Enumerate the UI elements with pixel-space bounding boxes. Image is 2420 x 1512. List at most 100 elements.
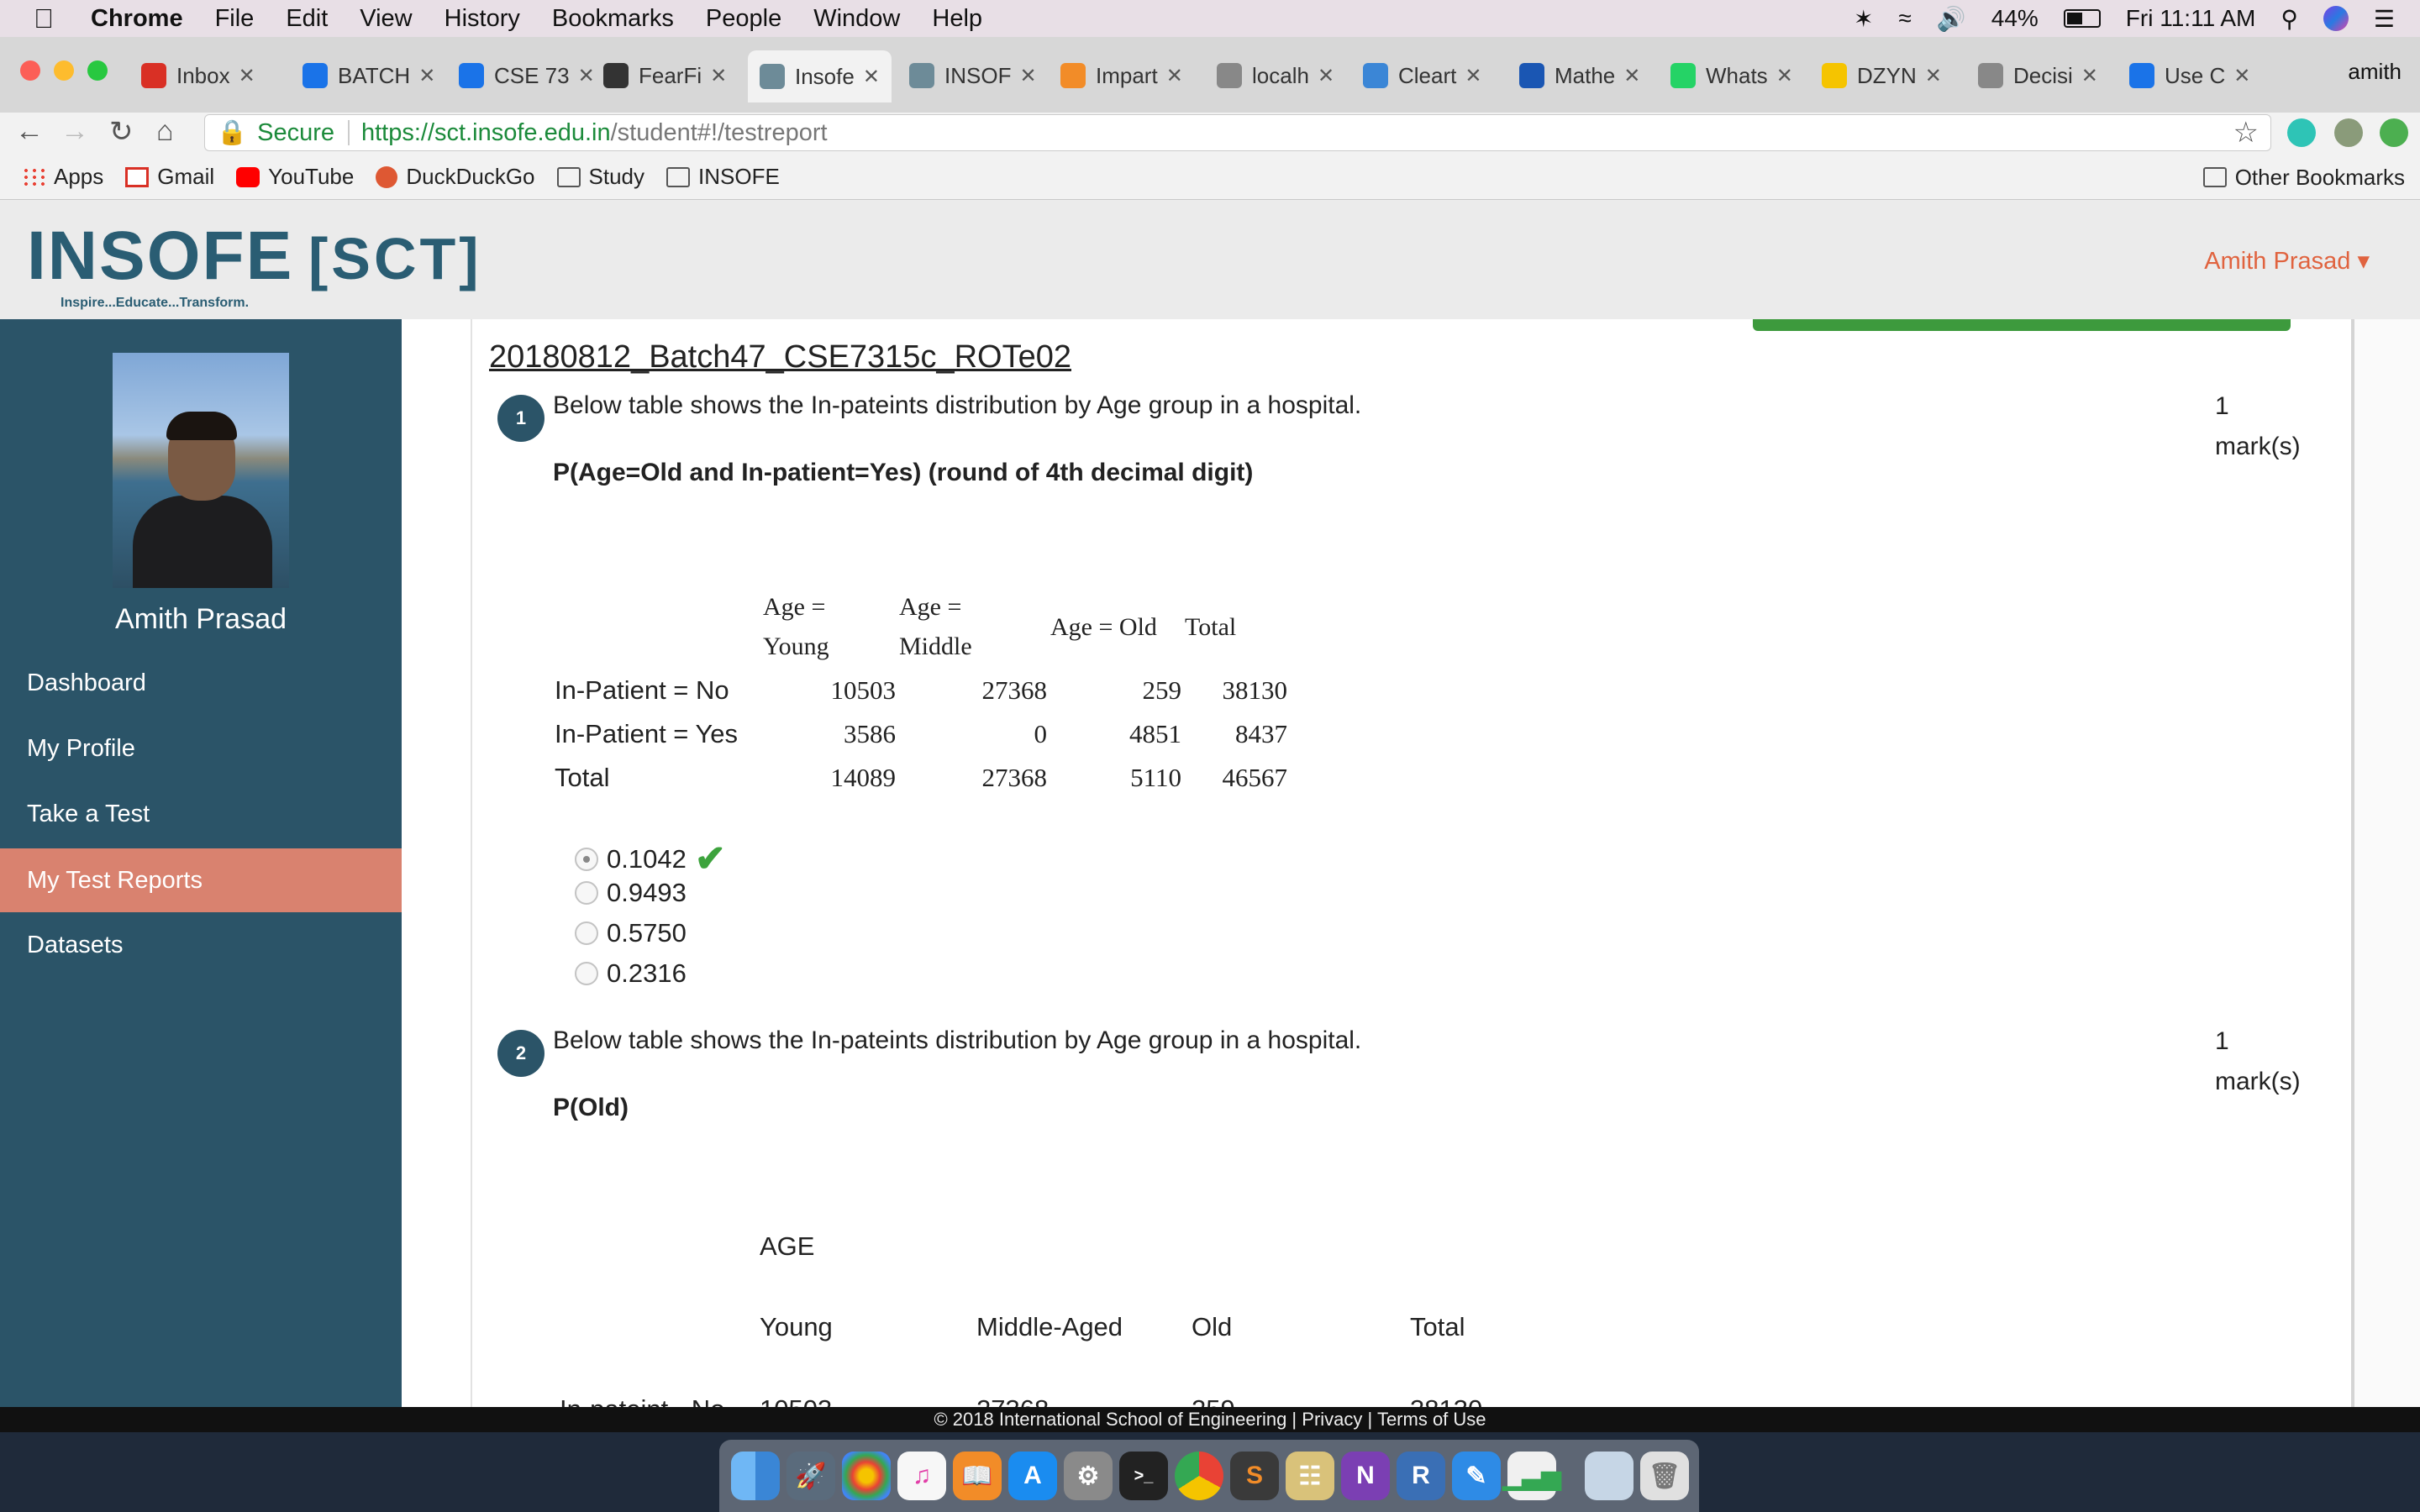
bluetooth-icon[interactable]: ✶ <box>1854 5 1873 33</box>
browser-tab[interactable]: Cleart ✕ <box>1363 55 1481 96</box>
apple-menu-icon[interactable]:  <box>34 4 62 33</box>
tab-close-icon[interactable]: ✕ <box>863 65 880 89</box>
browser-tab[interactable]: INSOF ✕ <box>909 55 1037 96</box>
terms-link[interactable]: Terms of Use <box>1377 1409 1486 1430</box>
menu-help[interactable]: Help <box>932 5 982 33</box>
sidebar-item-dashboard[interactable]: Dashboard <box>0 651 402 715</box>
browser-tab[interactable]: Insofe ✕ <box>748 50 892 102</box>
sidebar-item-datasets[interactable]: Datasets <box>0 913 402 977</box>
maximize-window-icon[interactable] <box>87 60 108 81</box>
back-icon[interactable]: ← <box>15 115 44 148</box>
browser-tab[interactable]: CSE 73 ✕ <box>459 55 595 96</box>
extension-icon-2[interactable] <box>2334 118 2363 147</box>
radio-button[interactable] <box>575 921 598 945</box>
sidebar-item-take-a-test[interactable]: Take a Test <box>0 782 402 846</box>
bookmark-folder-insofe[interactable]: INSOFE <box>666 164 780 190</box>
ibooks-icon[interactable]: 📖 <box>953 1452 1002 1500</box>
menu-app-name[interactable]: Chrome <box>91 5 183 33</box>
extension-icon-3[interactable] <box>2380 118 2408 147</box>
bookmark-youtube[interactable]: YouTube <box>236 164 354 190</box>
database-app-icon[interactable]: ☷ <box>1286 1452 1334 1500</box>
browser-tab[interactable]: Impart ✕ <box>1060 55 1183 96</box>
volume-icon[interactable]: 🔊 <box>1937 5 1966 33</box>
insofe-logo[interactable]: INSOFE Inspire...Educate...Transform. [S… <box>27 217 479 310</box>
tab-close-icon[interactable]: ✕ <box>418 64 435 88</box>
trash-icon[interactable]: 🗑 <box>1640 1452 1689 1500</box>
bookmark-star-icon[interactable]: ☆ <box>2233 116 2259 150</box>
menu-edit[interactable]: Edit <box>286 5 328 33</box>
launchpad-icon[interactable]: 🚀 <box>786 1452 835 1500</box>
address-bar[interactable]: 🔒 Secure https://sct.insofe.edu.in /stud… <box>204 114 2271 151</box>
numbers-chart-icon[interactable]: ▁▃▅ <box>1502 1452 1561 1500</box>
browser-tab[interactable]: Use C ✕ <box>2129 55 2250 96</box>
siri-icon[interactable] <box>2323 6 2349 31</box>
chrome-profile-name[interactable]: amith <box>2348 59 2402 85</box>
close-window-icon[interactable] <box>20 60 40 81</box>
menu-history[interactable]: History <box>445 5 520 33</box>
answer-option[interactable]: 0.2316 <box>575 958 687 989</box>
browser-tab[interactable]: Decisi ✕ <box>1978 55 2098 96</box>
radio-button-selected[interactable] <box>575 847 598 871</box>
tab-close-icon[interactable]: ✕ <box>1925 64 1942 88</box>
browser-tab[interactable]: Mathe ✕ <box>1519 55 1640 96</box>
tab-close-icon[interactable]: ✕ <box>1776 64 1793 88</box>
design-app-icon[interactable]: ✎ <box>1452 1452 1501 1500</box>
sidebar-item-my-test-reports[interactable]: My Test Reports <box>0 848 402 912</box>
sublime-text-icon[interactable]: S <box>1230 1452 1279 1500</box>
answer-option[interactable]: 0.1042 ✔ <box>575 837 726 880</box>
r-app-icon[interactable]: R <box>1397 1452 1445 1500</box>
battery-icon[interactable] <box>2063 9 2101 28</box>
bookmark-folder-study[interactable]: Study <box>556 164 644 190</box>
menu-file[interactable]: File <box>215 5 255 33</box>
photos-icon[interactable] <box>842 1452 891 1500</box>
menu-people[interactable]: People <box>706 5 781 33</box>
terminal-icon[interactable]: >_ <box>1119 1452 1168 1500</box>
itunes-icon[interactable]: ♫ <box>897 1452 946 1500</box>
tab-close-icon[interactable]: ✕ <box>578 64 595 88</box>
tab-close-icon[interactable]: ✕ <box>1318 64 1334 88</box>
bookmark-apps[interactable]: Apps <box>22 164 103 190</box>
app-store-icon[interactable]: A <box>1008 1452 1057 1500</box>
menu-view[interactable]: View <box>360 5 412 33</box>
answer-option[interactable]: 0.9493 <box>575 878 687 908</box>
minimize-window-icon[interactable] <box>54 60 74 81</box>
reload-icon[interactable]: ↻ <box>109 115 134 149</box>
home-icon[interactable]: ⌂ <box>156 115 174 148</box>
preview-document-icon[interactable] <box>1585 1452 1634 1500</box>
tab-close-icon[interactable]: ✕ <box>1623 64 1640 88</box>
user-menu[interactable]: Amith Prasad ▾ <box>2204 246 2370 276</box>
extension-icon-1[interactable] <box>2287 118 2316 147</box>
tab-close-icon[interactable]: ✕ <box>1166 64 1183 88</box>
menu-window[interactable]: Window <box>813 5 900 33</box>
browser-tab[interactable]: FearFi ✕ <box>603 55 727 96</box>
onenote-icon[interactable]: N <box>1341 1452 1390 1500</box>
tab-close-icon[interactable]: ✕ <box>1019 64 1036 88</box>
system-preferences-icon[interactable]: ⚙ <box>1064 1452 1113 1500</box>
forward-icon[interactable]: → <box>60 115 89 148</box>
browser-tab[interactable]: Inbox ✕ <box>141 55 255 96</box>
finder-icon[interactable] <box>731 1452 780 1500</box>
tab-close-icon[interactable]: ✕ <box>710 64 727 88</box>
radio-button[interactable] <box>575 881 598 905</box>
spotlight-search-icon[interactable]: ⚲ <box>2281 5 2298 33</box>
tab-close-icon[interactable]: ✕ <box>2233 64 2250 88</box>
bookmark-duckduckgo[interactable]: DuckDuckGo <box>376 164 535 190</box>
menubar-clock[interactable]: Fri 11:11 AM <box>2126 5 2256 32</box>
menu-bookmarks[interactable]: Bookmarks <box>552 5 674 33</box>
browser-tab[interactable]: Whats ✕ <box>1670 55 1793 96</box>
wifi-icon[interactable]: ≈ <box>1899 5 1912 32</box>
browser-tab[interactable]: BATCH ✕ <box>302 55 435 96</box>
browser-tab[interactable]: localh ✕ <box>1217 55 1334 96</box>
tab-close-icon[interactable]: ✕ <box>2081 64 2098 88</box>
bookmark-gmail[interactable]: Gmail <box>125 164 214 190</box>
privacy-link[interactable]: Privacy | <box>1302 1409 1372 1430</box>
other-bookmarks[interactable]: Other Bookmarks <box>2202 155 2405 200</box>
sidebar-item-my-profile[interactable]: My Profile <box>0 717 402 780</box>
tab-close-icon[interactable]: ✕ <box>239 64 255 88</box>
chrome-icon[interactable] <box>1175 1452 1223 1500</box>
tab-close-icon[interactable]: ✕ <box>1465 64 1481 88</box>
browser-tab[interactable]: DZYN ✕ <box>1822 55 1942 96</box>
answer-option[interactable]: 0.5750 <box>575 918 687 948</box>
battery-percent[interactable]: 44% <box>1991 5 2039 32</box>
radio-button[interactable] <box>575 962 598 985</box>
